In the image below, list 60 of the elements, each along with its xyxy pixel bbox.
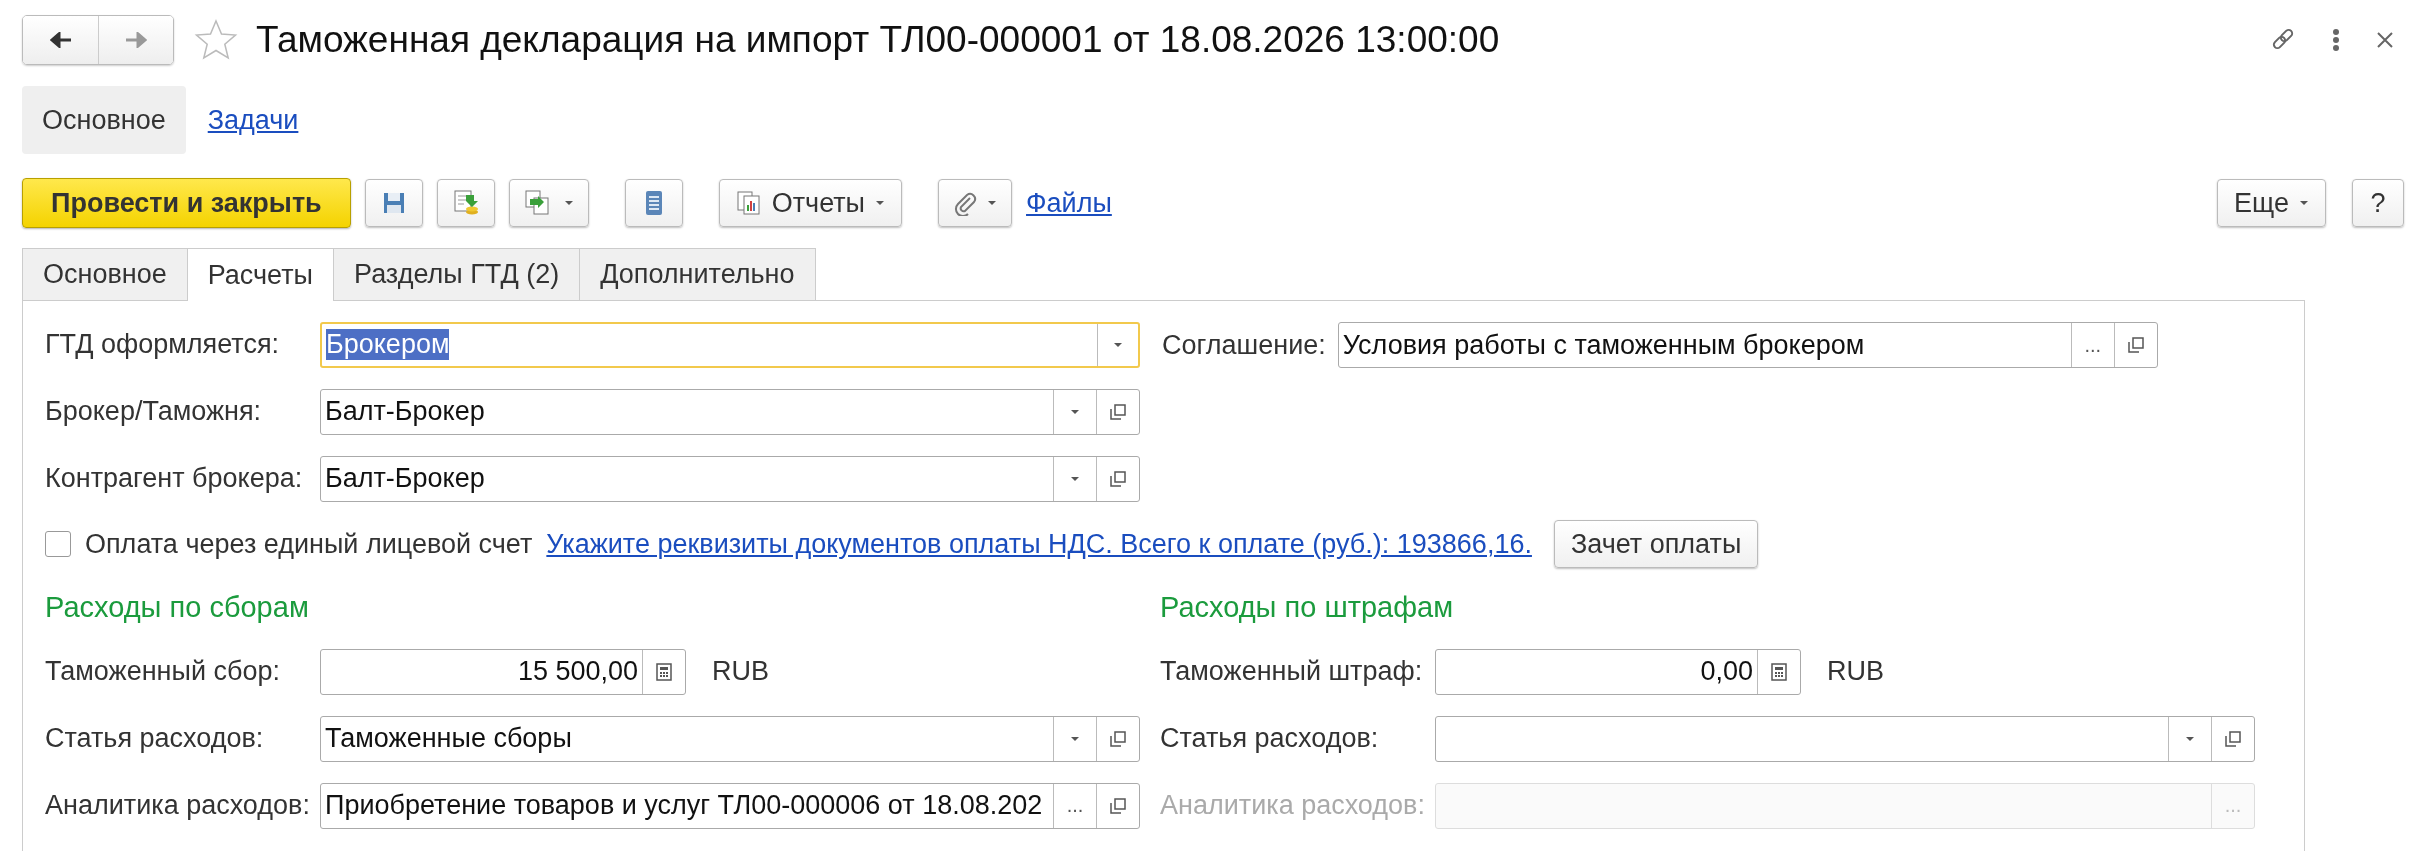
group-title: Расходы по штрафам <box>1160 589 1455 625</box>
list-button[interactable] <box>624 179 683 227</box>
post-button[interactable] <box>436 179 495 227</box>
arrow-left-icon <box>49 32 72 48</box>
field-label: Статья расходов: <box>45 723 265 754</box>
section-link[interactable]: Задачи <box>207 86 299 154</box>
tab[interactable]: Разделы ГТД (2) <box>333 248 581 300</box>
tab[interactable]: Дополнительно <box>579 248 816 300</box>
caret-icon <box>2299 200 2309 206</box>
dropdown-field[interactable]: Брокером <box>320 321 1140 368</box>
close-icon[interactable] <box>2376 31 2394 49</box>
field-label: Таможенный штраф: <box>1160 656 1424 687</box>
offset-payment-button[interactable]: Зачет оплаты <box>1553 520 1759 568</box>
help-button[interactable]: ? <box>2352 179 2404 227</box>
field-label: ГТД оформляется: <box>45 329 280 360</box>
more-vertical-icon[interactable] <box>2332 28 2340 52</box>
checkbox[interactable] <box>45 531 71 557</box>
caret-icon <box>987 200 998 206</box>
caret-icon <box>875 200 886 206</box>
caret-icon <box>563 200 574 206</box>
arrow-right-icon <box>125 32 147 48</box>
dropdown-field[interactable]: Балт-Брокер <box>320 388 1140 435</box>
star-icon[interactable] <box>194 19 238 61</box>
section-tab[interactable]: Основное <box>22 86 186 154</box>
select-field[interactable]: Приобретение товаров и услуг ТЛ00-000006 от 18.08.202 ... <box>320 782 1140 829</box>
field-label: Брокер/Таможня: <box>45 396 263 427</box>
files-link[interactable]: Файлы <box>1026 187 1112 219</box>
field-label: Статья расходов: <box>1160 723 1380 754</box>
field-label: Соглашение: <box>1162 329 1326 361</box>
field-label: Таможенный сбор: <box>45 656 281 687</box>
field-label: Контрагент брокера: <box>45 463 304 494</box>
amount-field[interactable]: 15 500,00 <box>320 648 686 695</box>
attachment-button[interactable] <box>938 179 1013 227</box>
dropdown-field[interactable] <box>1435 715 2255 762</box>
field-label: Аналитика расходов: <box>1160 790 1426 821</box>
currency-label: RUB <box>712 656 769 687</box>
select-field[interactable]: Условия работы с таможенным брокером ... <box>1337 322 2158 368</box>
tab[interactable]: Основное <box>22 248 188 300</box>
post-and-close-button[interactable]: Провести и закрыть <box>22 178 351 228</box>
amount-field[interactable]: 0,00 <box>1435 648 1801 695</box>
select-button[interactable]: ... <box>1053 783 1096 828</box>
paperclip-icon <box>953 190 978 216</box>
currency-label: RUB <box>1827 656 1884 687</box>
document-coins-arrow-icon <box>451 189 480 217</box>
select-button[interactable]: ... <box>2070 323 2114 367</box>
list-icon <box>643 189 664 217</box>
field-label: Аналитика расходов: <box>45 790 311 821</box>
reports-button[interactable]: Отчеты <box>718 179 903 227</box>
chart-document-icon <box>735 190 762 216</box>
payment-link[interactable]: Укажите реквизиты документов оплаты НДС. Всего к оплате (руб.): 193866,16. <box>546 528 1532 560</box>
back-button[interactable] <box>23 16 98 64</box>
create-based-on-button[interactable] <box>508 179 589 227</box>
save-button[interactable] <box>364 179 423 227</box>
tab[interactable]: Расчеты <box>186 248 334 301</box>
group-title: Расходы по сборам <box>45 589 310 625</box>
window-title: Таможенная декларация на импорт ТЛ00-000001 от 18.08.2026 13:00:00 <box>256 19 1500 61</box>
dropdown-field[interactable]: Таможенные сборы <box>320 715 1140 762</box>
dropdown-field[interactable]: Балт-Брокер <box>320 455 1140 502</box>
checkbox-label: Оплата через единый лицевой счет <box>85 528 533 560</box>
more-button[interactable]: Еще <box>2217 179 2326 227</box>
